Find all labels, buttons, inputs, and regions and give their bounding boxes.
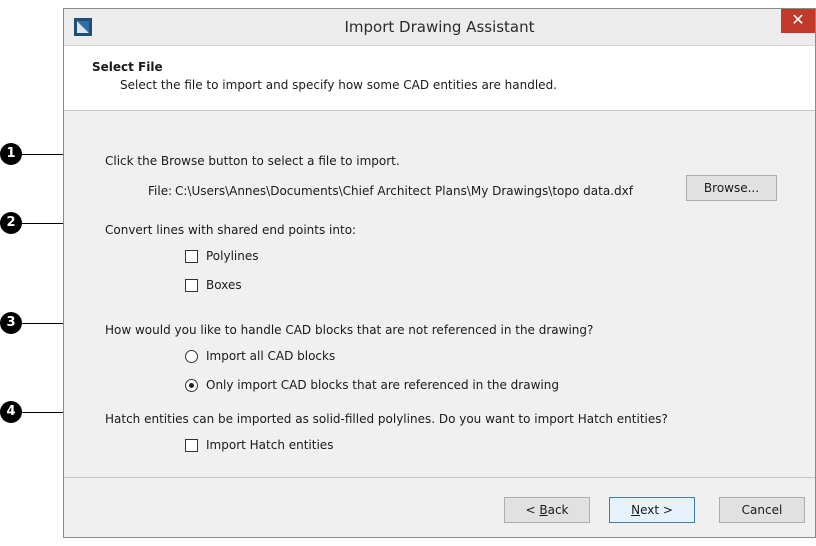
convert-lines-instruction: Convert lines with shared end points int… [105,223,357,237]
browse-button[interactable]: Browse... [686,175,777,201]
polylines-checkbox[interactable] [185,250,198,263]
callout-number-1: 1 [0,143,22,165]
hatch-instruction: Hatch entities can be imported as solid-… [105,412,668,426]
back-button[interactable]: < Back [504,497,590,523]
back-rest: ack [547,503,569,517]
boxes-label[interactable]: Boxes [206,278,242,292]
next-rest: ext > [640,503,673,517]
window-title: Import Drawing Assistant [344,18,535,36]
browse-instruction: Click the Browse button to select a file… [105,154,400,168]
next-mnemonic: N [631,503,641,517]
import-drawing-dialog: Import Drawing Assistant ✕ Select File S… [63,8,816,538]
callout-number-3: 3 [0,312,22,334]
file-path-value: C:\Users\Annes\Documents\Chief Architect… [175,184,633,198]
import-referenced-blocks-radio[interactable] [185,379,198,392]
footer-divider [64,477,815,478]
import-referenced-blocks-label[interactable]: Only import CAD blocks that are referenc… [206,378,559,392]
polylines-label[interactable]: Polylines [206,249,259,263]
back-prefix: < [525,503,540,517]
close-button[interactable]: ✕ [781,9,815,33]
wizard-body: Click the Browse button to select a file… [64,111,815,473]
radio-selected-dot [189,383,194,388]
boxes-checkbox[interactable] [185,279,198,292]
import-all-blocks-radio[interactable] [185,350,198,363]
callout-number-4: 4 [0,401,22,423]
next-button[interactable]: Next > [609,497,695,523]
close-icon: ✕ [791,10,805,29]
import-hatch-checkbox[interactable] [185,439,198,452]
page-subtitle: Select the file to import and specify ho… [120,78,557,92]
page-title: Select File [92,60,163,74]
title-bar[interactable]: Import Drawing Assistant ✕ [64,9,815,46]
cancel-button[interactable]: Cancel [719,497,805,523]
back-mnemonic: B [539,503,548,517]
file-label: File: [148,184,173,198]
import-hatch-label[interactable]: Import Hatch entities [206,438,333,452]
import-all-blocks-label[interactable]: Import all CAD blocks [206,349,335,363]
cad-blocks-instruction: How would you like to handle CAD blocks … [105,323,594,337]
wizard-header: Select File Select the file to import an… [64,46,815,111]
callout-number-2: 2 [0,212,22,234]
